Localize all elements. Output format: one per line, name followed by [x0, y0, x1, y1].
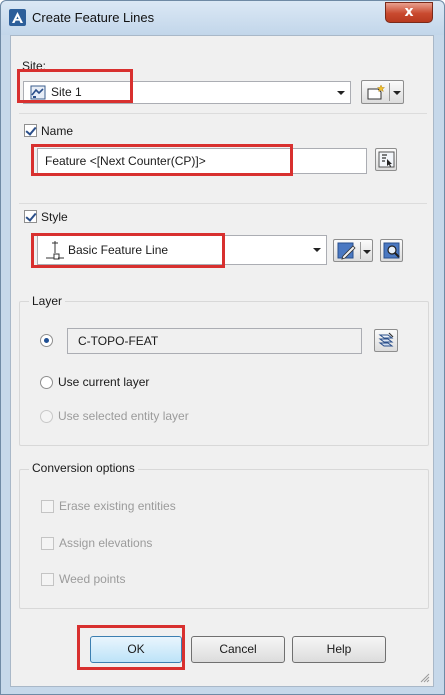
name-format-icon: [378, 151, 395, 168]
chevron-down-icon: [363, 250, 371, 254]
layer-list-button[interactable]: [374, 329, 398, 352]
help-button[interactable]: Help: [292, 636, 386, 663]
name-label: Name: [41, 124, 74, 138]
use-current-layer-label: Use current layer: [58, 375, 150, 389]
window-title: Create Feature Lines: [32, 10, 155, 25]
create-new-site-icon: [367, 84, 386, 100]
resize-grip-icon[interactable]: [420, 673, 430, 683]
assign-elevations-label: Assign elevations: [59, 536, 153, 550]
name-checkbox[interactable]: [24, 124, 37, 137]
weed-points-label: Weed points: [59, 572, 126, 586]
chevron-down-icon: [313, 248, 321, 252]
layer-name-field: C-TOPO-FEAT: [67, 328, 362, 354]
create-site-button[interactable]: [361, 80, 404, 104]
ok-highlight: [77, 625, 185, 670]
preview-style-icon: [383, 242, 400, 259]
style-label: Style: [41, 210, 68, 224]
use-current-layer-radio[interactable]: [40, 376, 53, 389]
title-bar[interactable]: Create Feature Lines x: [1, 1, 444, 35]
layer-specified-radio[interactable]: [40, 334, 53, 347]
erase-existing-label: Erase existing entities: [59, 499, 176, 513]
chevron-down-icon: [337, 91, 345, 95]
style-highlight: [31, 233, 225, 268]
layer-list-icon: [378, 332, 394, 347]
close-icon: x: [404, 4, 414, 20]
weed-points-checkbox: [41, 573, 54, 586]
edit-style-icon: [337, 242, 356, 260]
conversion-options-title: Conversion options: [29, 461, 138, 475]
style-checkbox[interactable]: [24, 210, 37, 223]
layer-group-title: Layer: [29, 294, 66, 308]
autocad-a-icon: [9, 9, 26, 26]
assign-elevations-checkbox: [41, 537, 54, 550]
close-button[interactable]: x: [385, 2, 433, 23]
layer-value: C-TOPO-FEAT: [78, 334, 159, 348]
divider: [19, 113, 427, 114]
name-highlight: [31, 144, 293, 176]
cancel-button[interactable]: Cancel: [191, 636, 285, 663]
layer-group: [19, 301, 429, 446]
edit-style-button[interactable]: [333, 239, 373, 262]
erase-existing-checkbox: [41, 500, 54, 513]
use-selected-entity-layer-radio: [40, 410, 53, 423]
preview-style-button[interactable]: [380, 239, 403, 262]
site-highlight: [17, 69, 133, 103]
chevron-down-icon: [393, 91, 401, 95]
dialog-client-area: Site: Site 1 Name Feature <[Next Counter…: [10, 35, 434, 687]
divider: [19, 203, 427, 204]
create-feature-lines-dialog: Create Feature Lines x Site: Site 1 Name…: [0, 0, 445, 695]
name-format-button[interactable]: [375, 148, 397, 171]
use-selected-entity-layer-label: Use selected entity layer: [58, 409, 189, 423]
